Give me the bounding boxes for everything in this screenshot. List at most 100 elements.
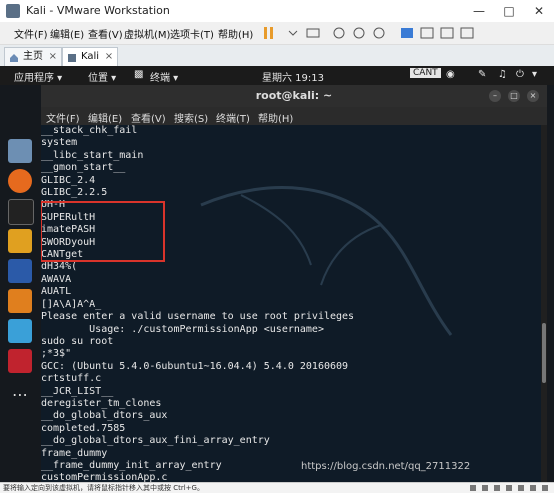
- network-icon[interactable]: ✎: [478, 69, 486, 80]
- tab-kali-label: Kali: [81, 51, 100, 62]
- metasploit-icon[interactable]: [8, 259, 32, 283]
- pause-icon[interactable]: [262, 25, 276, 39]
- terminal-line: deregister_tm_clones: [41, 397, 162, 409]
- terminal-line: sudo su root: [41, 335, 114, 347]
- menu-help[interactable]: 帮助(H): [218, 26, 253, 41]
- highlight-box: [41, 201, 165, 262]
- dock: ⋯: [8, 135, 34, 435]
- hdd-icon[interactable]: [470, 485, 476, 491]
- terminal-line: __gmon_start__: [41, 162, 126, 174]
- minimize-button[interactable]: —: [464, 0, 494, 22]
- clock[interactable]: 星期六 19:13: [262, 69, 324, 84]
- menu-file[interactable]: 文件(F): [14, 26, 48, 41]
- terminal-menu-help[interactable]: 帮助(H): [258, 110, 293, 125]
- cherrytree-icon[interactable]: [8, 349, 32, 373]
- terminal-menu-bar: 文件(F) 编辑(E) 查看(V) 搜索(S) 终端(T) 帮助(H): [41, 107, 547, 125]
- terminal-line: Please enter a valid username to use roo…: [41, 311, 355, 323]
- display-icon[interactable]: [542, 485, 548, 491]
- terminal-header: root@kali: ~ – □ ×: [41, 85, 547, 107]
- text-editor-icon[interactable]: [8, 229, 32, 253]
- terminal-line: dH34%(: [41, 261, 78, 273]
- terminal-line: GLIBC_2.2.5: [41, 187, 108, 199]
- terminal-line: __do_global_dtors_aux_fini_array_entry: [41, 435, 270, 447]
- terminal-menu-search[interactable]: 搜索(S): [174, 110, 208, 125]
- tab-home-label: 主页: [23, 51, 43, 62]
- terminal-menu-terminal[interactable]: 终端(T): [216, 110, 250, 125]
- terminal-line: __libc_start_main: [41, 149, 144, 161]
- volume-icon[interactable]: ♫: [498, 69, 507, 80]
- terminal-line: []A\A]A^A_: [41, 298, 102, 310]
- scrollbar-thumb[interactable]: [542, 323, 546, 383]
- burpsuite-icon[interactable]: [8, 289, 32, 313]
- revert-icon[interactable]: [352, 25, 366, 39]
- manage-snapshots-icon[interactable]: [372, 25, 386, 39]
- vmware-status-bar: 要将输入定向到该虚拟机，请将鼠标指针移入其中或按 Ctrl+G。: [0, 482, 554, 493]
- console-view-icon[interactable]: [440, 25, 454, 39]
- terminal-line: system: [41, 137, 78, 149]
- terminal-line: __stack_chk_fail: [41, 125, 138, 136]
- terminal-menu[interactable]: 终端 ▾: [150, 69, 178, 84]
- cdrom-icon[interactable]: [482, 485, 488, 491]
- show-apps-icon[interactable]: ⋯: [8, 383, 32, 407]
- kali-top-panel: 应用程序 ▾ 位置 ▾ ▩ 终端 ▾ 星期六 19:13 CANT ◉ ✎ ♫ …: [0, 66, 554, 85]
- terminal-menu-view[interactable]: 查看(V): [131, 110, 166, 125]
- vmware-menu-bar: 文件(F) 编辑(E) 查看(V) 虚拟机(M) 选项卡(T) 帮助(H): [0, 22, 554, 45]
- tab-kali[interactable]: Kali ×: [62, 47, 119, 66]
- stretch-icon[interactable]: [460, 25, 474, 39]
- maximize-button[interactable]: □: [494, 0, 524, 22]
- sound-icon[interactable]: [518, 485, 524, 491]
- dropdown-icon[interactable]: [286, 25, 300, 39]
- power-icon[interactable]: ⏻: [516, 69, 524, 80]
- terminal-menu-file[interactable]: 文件(F): [46, 110, 80, 125]
- maximize-icon[interactable]: □: [508, 90, 520, 102]
- files-icon[interactable]: [8, 139, 32, 163]
- window-title: Kali - VMware Workstation: [26, 4, 170, 17]
- firefox-icon[interactable]: [8, 169, 32, 193]
- terminal-output[interactable]: __stack_chk_fail system __libc_start_main _…: [41, 125, 541, 482]
- menu-tabs[interactable]: 选项卡(T): [170, 26, 214, 41]
- recon-eye-icon[interactable]: [8, 319, 32, 343]
- terminal-line: ;*3$": [41, 348, 72, 360]
- tab-home[interactable]: 主页 ×: [4, 47, 62, 66]
- terminal-line: GCC: (Ubuntu 5.4.0-6ubuntu1~16.04.4) 5.4…: [41, 360, 349, 372]
- vm-icon: [67, 52, 77, 62]
- unity-icon[interactable]: [420, 25, 434, 39]
- terminal-line: frame_dummy: [41, 447, 108, 459]
- terminal-line: completed.7585: [41, 422, 126, 434]
- close-button[interactable]: ✕: [524, 0, 554, 22]
- minimize-icon[interactable]: –: [489, 90, 501, 102]
- terminal-line: customPermissionApp.c: [41, 472, 168, 482]
- vmware-title-bar: Kali - VMware Workstation — □ ✕: [0, 0, 554, 23]
- applications-menu[interactable]: 应用程序 ▾: [14, 69, 62, 84]
- terminal-app-icon[interactable]: [8, 199, 34, 225]
- accessibility-icon[interactable]: ◉: [446, 69, 455, 80]
- close-icon[interactable]: ×: [105, 48, 113, 66]
- send-keys-icon[interactable]: [306, 25, 320, 39]
- terminal-menu-edit[interactable]: 编辑(E): [88, 110, 122, 125]
- terminal-lines: __stack_chk_fail system __libc_start_main _…: [41, 125, 354, 482]
- terminal-line: AUATL: [41, 286, 72, 298]
- menu-edit[interactable]: 编辑(E): [50, 26, 84, 41]
- places-menu[interactable]: 位置 ▾: [88, 69, 116, 84]
- terminal-line: crtstuff.c: [41, 373, 102, 385]
- terminal-scrollbar[interactable]: [541, 125, 547, 482]
- printer-icon[interactable]: [530, 485, 536, 491]
- terminal-line: __JCR_LIST__: [41, 385, 114, 397]
- chevron-down-icon[interactable]: ▾: [532, 69, 537, 80]
- menu-vm[interactable]: 虚拟机(M): [124, 26, 170, 41]
- close-icon[interactable]: ×: [49, 48, 57, 66]
- terminal-line: Usage: ./customPermissionApp <username>: [41, 323, 324, 335]
- blog-watermark: https://blog.csdn.net/qq_2711322: [301, 461, 471, 472]
- terminal-line: GLIBC_2.4: [41, 174, 96, 186]
- network-adapter-icon[interactable]: [494, 485, 500, 491]
- vmware-tab-bar: 主页 × Kali ×: [0, 45, 554, 67]
- terminal-icon[interactable]: ▩: [134, 69, 143, 80]
- close-icon[interactable]: ×: [527, 90, 539, 102]
- snapshot-icon[interactable]: [332, 25, 346, 39]
- fullscreen-icon[interactable]: [400, 25, 414, 39]
- usb-icon[interactable]: [506, 485, 512, 491]
- input-method-indicator[interactable]: CANT: [410, 68, 441, 78]
- menu-view[interactable]: 查看(V): [88, 26, 123, 41]
- terminal-line: AWAVA: [41, 273, 72, 285]
- home-icon: [9, 52, 19, 62]
